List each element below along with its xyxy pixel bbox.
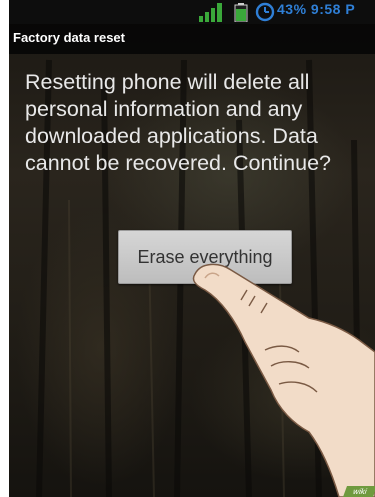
- page-title: Factory data reset: [13, 30, 125, 45]
- erase-everything-button[interactable]: Erase everything: [118, 230, 292, 284]
- warning-message: Resetting phone will delete all personal…: [25, 69, 373, 177]
- status-bar: 43% 9:58 P: [9, 0, 375, 24]
- wikihow-watermark: wiki: [342, 486, 375, 497]
- battery-icon: [234, 3, 248, 22]
- header-bar: Factory data reset: [9, 24, 375, 54]
- message-line: personal information and any: [25, 97, 303, 121]
- signal-icon: [199, 3, 222, 22]
- alarm-icon: [255, 2, 275, 22]
- phone-screen: 43% 9:58 P Factory data reset Resetting …: [9, 0, 375, 497]
- message-line: cannot be recovered. Continue?: [25, 151, 331, 175]
- message-line: Resetting phone will delete all: [25, 70, 310, 94]
- status-battery-time: 43% 9:58 P: [277, 1, 356, 17]
- message-line: downloaded applications. Data: [25, 124, 318, 148]
